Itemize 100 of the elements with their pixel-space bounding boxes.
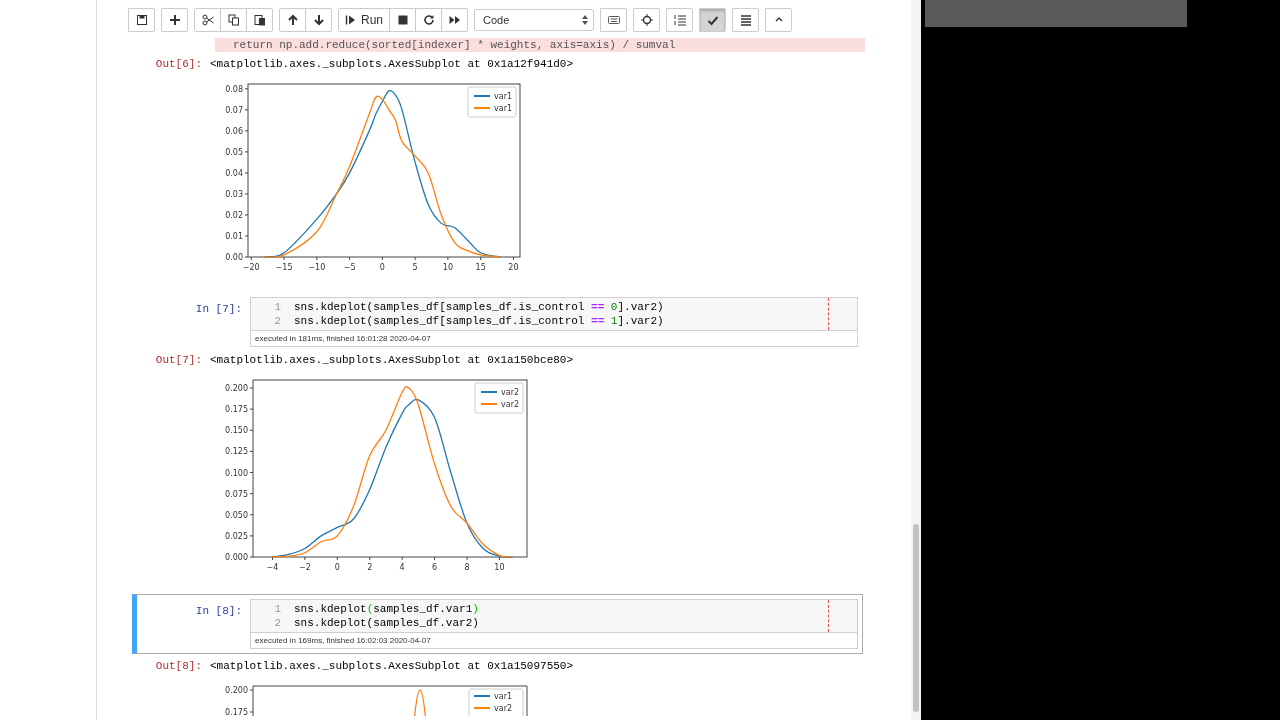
output-text: <matplotlib.axes._subplots.AxesSubplot at 0x1a15097550> — [210, 660, 574, 672]
toolbar-button[interactable] — [389, 8, 416, 32]
y-tick-label: 0.02 — [225, 210, 243, 220]
fast-forward-icon — [448, 14, 461, 26]
x-tick-label: 10 — [442, 263, 453, 272]
y-tick-label: 0.03 — [225, 189, 243, 199]
x-tick-label: 20 — [508, 263, 519, 272]
code-cell[interactable]: In [7]: 1 sns.kdeplot(samples_df[samples_df.is_control == 0].var2) 2 sns.kdeplot(samples_df[samples_df.is_control == 1].var2) executed in 181ms, finished 16:01:28 2020-04-07 — [136, 296, 859, 348]
scissors-icon — [201, 14, 214, 26]
x-tick-label: 8 — [464, 563, 470, 572]
line-number: 1 — [273, 603, 281, 615]
list-icon — [739, 14, 752, 26]
plus-icon — [168, 14, 181, 26]
arrow-down-icon — [312, 14, 325, 26]
x-tick-label: −20 — [242, 263, 260, 272]
scrollbar-thumb[interactable] — [913, 524, 919, 712]
y-tick-label: 0.025 — [225, 531, 248, 541]
legend-label: var1 — [494, 692, 512, 701]
paste-icon — [253, 14, 266, 26]
x-tick-label: −15 — [275, 263, 293, 272]
legend-label: var1 — [494, 104, 512, 113]
x-tick-label: −2 — [299, 563, 311, 572]
toolbar-button[interactable] — [305, 8, 332, 32]
toolbar-button[interactable] — [279, 8, 306, 32]
legend-label: var2 — [501, 388, 519, 397]
execution-info: executed in 169ms, finished 16:02:03 2020-04-07 — [250, 633, 858, 649]
input-prompt: In [7]: — [194, 302, 243, 315]
toolbar-button[interactable] — [699, 8, 726, 32]
y-tick-label: 0.06 — [225, 126, 243, 136]
toolbar-button[interactable] — [161, 8, 188, 32]
x-tick-label: 6 — [432, 563, 438, 572]
legend-box — [468, 688, 524, 716]
keyboard-icon — [607, 14, 620, 26]
toolbar-button[interactable] — [128, 8, 155, 32]
y-tick-label: 0.08 — [225, 84, 243, 94]
y-tick-label: 0.050 — [225, 510, 248, 520]
legend-box — [467, 86, 517, 118]
y-tick-label: 0.125 — [225, 447, 248, 457]
x-tick-label: 5 — [412, 263, 418, 272]
line-number: 1 — [273, 301, 281, 313]
x-tick-label: 10 — [494, 563, 505, 572]
x-tick-label: 2 — [367, 563, 373, 572]
y-tick-label: 0.04 — [225, 168, 243, 178]
warning-output: return np.add.reduce(sorted[indexer] * weights, axis=axis) / sumval — [215, 38, 865, 52]
x-tick-label: −4 — [266, 563, 279, 572]
y-tick-label: 0.075 — [225, 489, 248, 499]
run-button[interactable]: Run — [338, 8, 390, 32]
cell-type-select[interactable]: Code — [474, 9, 594, 31]
code-line: sns.kdeplot(samples_df.var2) — [294, 617, 479, 629]
line-number: 2 — [273, 617, 281, 629]
output-text: <matplotlib.axes._subplots.AxesSubplot at 0x1a150bce80> — [210, 354, 574, 366]
y-tick-label: 0.05 — [225, 147, 243, 157]
y-tick-label: 0.100 — [225, 468, 248, 478]
step-icon — [345, 14, 357, 26]
save-icon — [135, 14, 148, 26]
line-number: 2 — [273, 315, 281, 327]
legend-label: var2 — [494, 704, 512, 713]
y-tick-label: 0.07 — [225, 105, 243, 115]
copy-icon — [227, 14, 240, 26]
legend-label: var2 — [501, 400, 519, 409]
code-editor[interactable]: 1 sns.kdeplot(samples_df[samples_df.is_control == 0].var2) 2 sns.kdeplot(samples_df[samples_df.is_control == 1].var2) — [250, 297, 858, 331]
code-line: sns.kdeplot(samples_df[samples_df.is_control == 0].var2) — [294, 301, 664, 313]
output-text: <matplotlib.axes._subplots.AxesSubplot at 0x1a12f941d0> — [210, 58, 574, 70]
x-tick-label: 0 — [379, 263, 385, 272]
toolbar-button[interactable] — [732, 8, 759, 32]
output-prompt: Out[8]: — [154, 660, 203, 672]
y-tick-label: 0.200 — [225, 686, 248, 695]
y-tick-label: 0.175 — [225, 405, 248, 415]
y-tick-label: 0.200 — [225, 384, 248, 394]
x-tick-label: −5 — [343, 263, 356, 272]
y-tick-label: 0.150 — [225, 426, 248, 436]
execution-info: executed in 181ms, finished 16:01:28 2020-04-07 — [250, 331, 858, 347]
toolbar-button[interactable] — [194, 8, 221, 32]
crosshair-icon — [640, 14, 653, 26]
code-line: sns.kdeplot(samples_df[samples_df.is_control == 1].var2) — [294, 315, 664, 327]
select-arrows-icon — [582, 15, 588, 25]
numbered-list-icon — [673, 14, 686, 26]
restart-icon — [422, 14, 435, 26]
x-tick-label: 4 — [399, 563, 405, 572]
x-tick-label: 0 — [334, 563, 340, 572]
output-prompt: Out[6]: — [154, 58, 203, 70]
toolbar-button[interactable] — [441, 8, 468, 32]
legend-label: var1 — [494, 92, 512, 101]
toolbar-button[interactable] — [600, 8, 627, 32]
legend-box — [474, 382, 524, 414]
x-tick-label: 15 — [475, 263, 486, 272]
y-tick-label: 0.175 — [225, 708, 248, 716]
x-tick-label: −10 — [308, 263, 326, 272]
stop-icon — [396, 14, 409, 26]
toolbar-button[interactable] — [633, 8, 660, 32]
input-prompt: In [8]: — [194, 604, 243, 617]
toolbar-button[interactable] — [246, 8, 273, 32]
density-curve — [413, 689, 427, 716]
toolbar-button[interactable] — [415, 8, 442, 32]
code-editor[interactable]: 1 sns.kdeplot(samples_df.var1) 2 sns.kdeplot(samples_df.var2) — [250, 599, 858, 633]
check-icon — [706, 14, 719, 26]
y-tick-label: 0.00 — [225, 253, 243, 262]
toolbar-button[interactable] — [220, 8, 247, 32]
code-cell[interactable]: In [8]: 1 sns.kdeplot(samples_df.var1) 2 sns.kdeplot(samples_df.var2) executed in 169ms, finished 16:02:03 2020-04-07 — [132, 594, 863, 654]
code-line: sns.kdeplot(samples_df.var1) — [294, 603, 479, 615]
